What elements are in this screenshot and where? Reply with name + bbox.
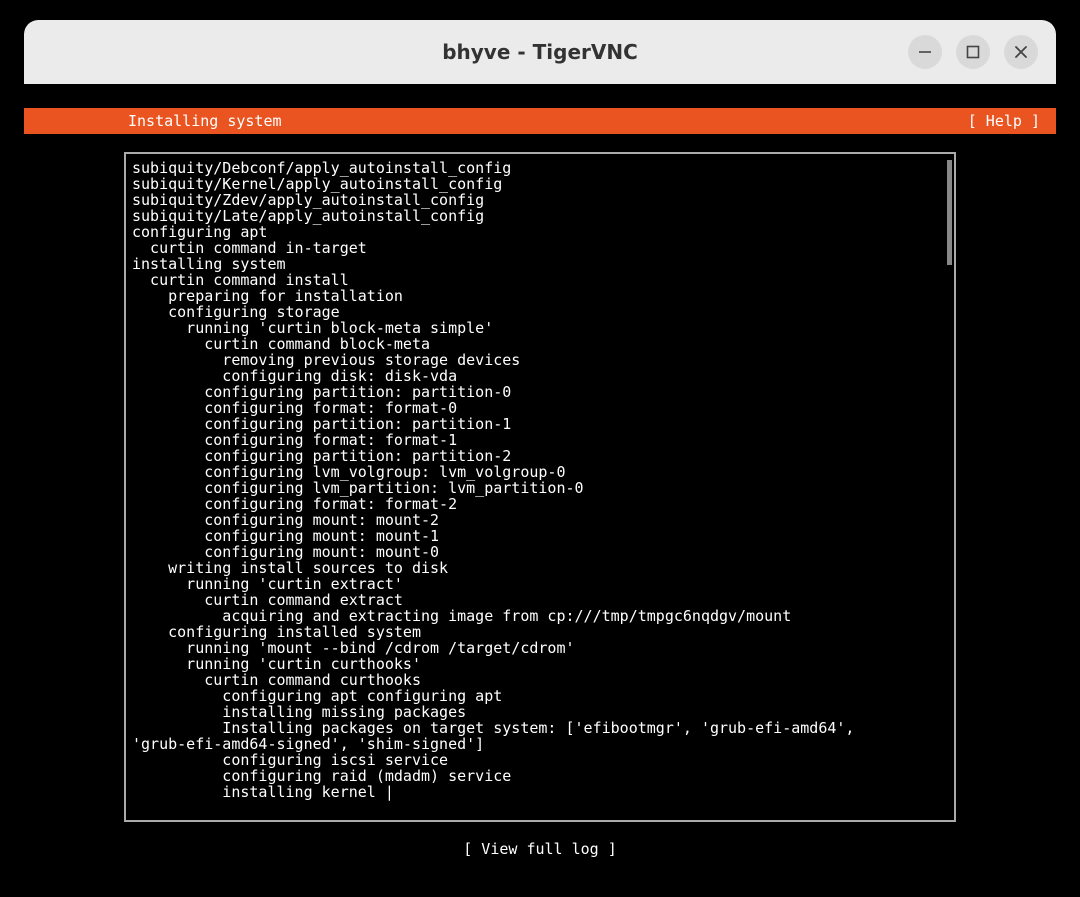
- minimize-button[interactable]: [908, 35, 942, 69]
- close-button[interactable]: [1004, 35, 1038, 69]
- maximize-icon: [965, 44, 981, 60]
- install-log-panel: subiquity/Debconf/apply_autoinstall_conf…: [124, 152, 956, 822]
- titlebar[interactable]: bhyve - TigerVNC: [24, 20, 1056, 84]
- view-full-log-button[interactable]: [ View full log ]: [24, 840, 1056, 858]
- installer-body: subiquity/Debconf/apply_autoinstall_conf…: [24, 134, 1056, 870]
- installer-header: Installing system [ Help ]: [24, 108, 1056, 134]
- app-window: bhyve - TigerVNC Installing system [: [24, 20, 1056, 876]
- close-icon: [1014, 45, 1028, 59]
- window-controls: [908, 35, 1038, 69]
- maximize-button[interactable]: [956, 35, 990, 69]
- minimize-icon: [917, 44, 933, 60]
- window-title: bhyve - TigerVNC: [442, 40, 638, 64]
- scrollbar-thumb[interactable]: [947, 160, 952, 265]
- vnc-framebuffer[interactable]: Installing system [ Help ] subiquity/Deb…: [24, 84, 1056, 876]
- help-button[interactable]: [ Help ]: [968, 112, 1040, 130]
- installer-status-title: Installing system: [128, 112, 282, 130]
- install-log-text: subiquity/Debconf/apply_autoinstall_conf…: [132, 160, 954, 800]
